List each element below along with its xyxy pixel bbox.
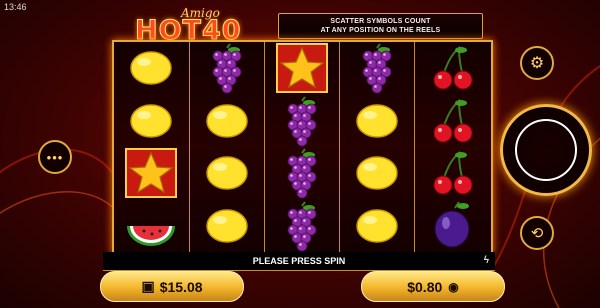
lemon-symbol xyxy=(190,95,264,147)
balance-value: $15.08 xyxy=(159,278,203,295)
autoplay-button[interactable]: ⟲ xyxy=(520,216,554,250)
banner-line-2: AT ANY POSITION ON THE REELS xyxy=(320,27,441,34)
star-symbol xyxy=(265,42,339,94)
watermelon-symbol xyxy=(114,200,188,252)
message-bar: PLEASE PRESS SPIN ϟ xyxy=(103,252,495,271)
grapes-symbol xyxy=(190,42,264,94)
reel-5 xyxy=(414,42,489,252)
reels-frame xyxy=(112,40,493,254)
lemon-symbol xyxy=(114,42,188,94)
cherries-symbol xyxy=(415,95,489,147)
game-logo: Amigo HOT40 xyxy=(131,6,273,47)
wallet-icon: ▣ xyxy=(141,278,155,294)
grapes-symbol xyxy=(340,42,414,94)
autoplay-icon: ⟲ xyxy=(530,225,544,242)
lemon-symbol xyxy=(190,147,264,199)
message-text: PLEASE PRESS SPIN xyxy=(252,256,346,266)
cherries-symbol xyxy=(415,42,489,94)
status-time: 13:46 xyxy=(4,2,27,12)
lemon-symbol xyxy=(340,95,414,147)
reel-2 xyxy=(189,42,264,252)
settings-button[interactable]: ⚙ xyxy=(520,46,554,80)
bet-value: $0.80 xyxy=(407,278,443,295)
lemon-symbol xyxy=(190,200,264,252)
bet-selector[interactable]: $0.80 ◉ xyxy=(361,271,505,302)
reel-1 xyxy=(114,42,188,252)
gear-icon: ⚙ xyxy=(529,55,545,72)
lemon-symbol xyxy=(340,200,414,252)
spin-icon xyxy=(515,119,577,181)
coins-icon: ◉ xyxy=(448,279,459,294)
reel-4 xyxy=(339,42,414,252)
star-symbol xyxy=(114,147,188,199)
grapes-symbol xyxy=(265,95,339,147)
spin-button[interactable] xyxy=(500,104,592,196)
reel-3 xyxy=(264,42,339,252)
grapes-symbol xyxy=(265,200,339,252)
grapes-symbol xyxy=(265,147,339,199)
cherries-symbol xyxy=(415,147,489,199)
banner-line-1: SCATTER SYMBOLS COUNT xyxy=(330,18,431,25)
more-icon: ••• xyxy=(46,149,64,165)
plum-symbol xyxy=(415,200,489,252)
menu-button[interactable]: ••• xyxy=(38,140,72,174)
turbo-icon[interactable]: ϟ xyxy=(484,255,489,266)
lemon-symbol xyxy=(114,95,188,147)
info-banner: SCATTER SYMBOLS COUNT AT ANY POSITION ON… xyxy=(278,13,483,39)
lemon-symbol xyxy=(340,147,414,199)
balance-display: ▣ $15.08 xyxy=(100,271,244,302)
